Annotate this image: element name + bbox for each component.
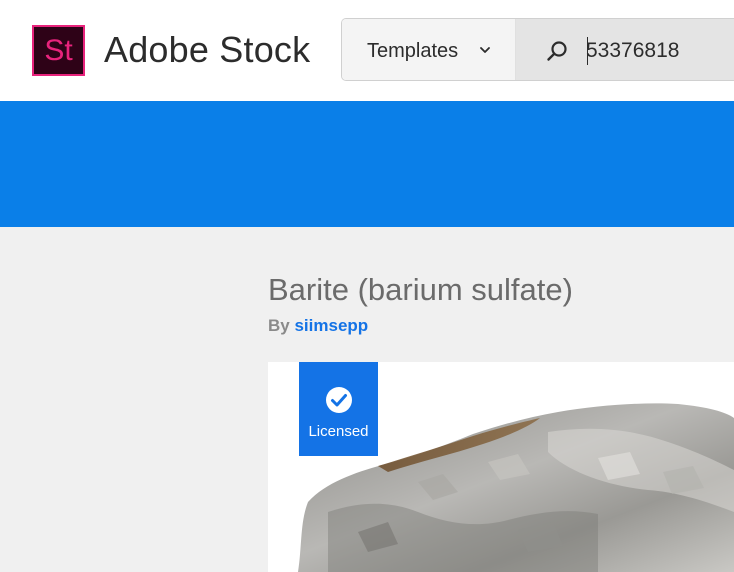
category-selected-value: Templates	[367, 40, 459, 62]
category-dropdown[interactable]: Templates	[342, 19, 516, 80]
asset-title: Barite (barium sulfate)	[268, 272, 573, 307]
search-input[interactable]	[586, 35, 734, 67]
licensed-badge: Licensed	[299, 362, 378, 456]
licensed-label: Licensed	[308, 423, 369, 440]
chevron-down-icon	[480, 47, 490, 53]
logo-text: St	[44, 33, 73, 67]
search-query-area	[516, 19, 734, 80]
text-cursor	[587, 37, 588, 65]
checkmark-circle-icon	[326, 387, 352, 413]
author-link[interactable]: siimsepp	[294, 316, 368, 335]
brand-name[interactable]: Adobe Stock	[104, 29, 310, 71]
search-icon[interactable]	[546, 40, 568, 62]
asset-byline: By siimsepp	[268, 316, 368, 336]
by-label: By	[268, 316, 290, 335]
adobe-stock-logo[interactable]: St	[32, 25, 85, 76]
top-navigation-bar: St Adobe Stock Templates	[0, 0, 734, 101]
blue-banner	[0, 101, 734, 227]
search-bar: Templates	[341, 18, 734, 81]
